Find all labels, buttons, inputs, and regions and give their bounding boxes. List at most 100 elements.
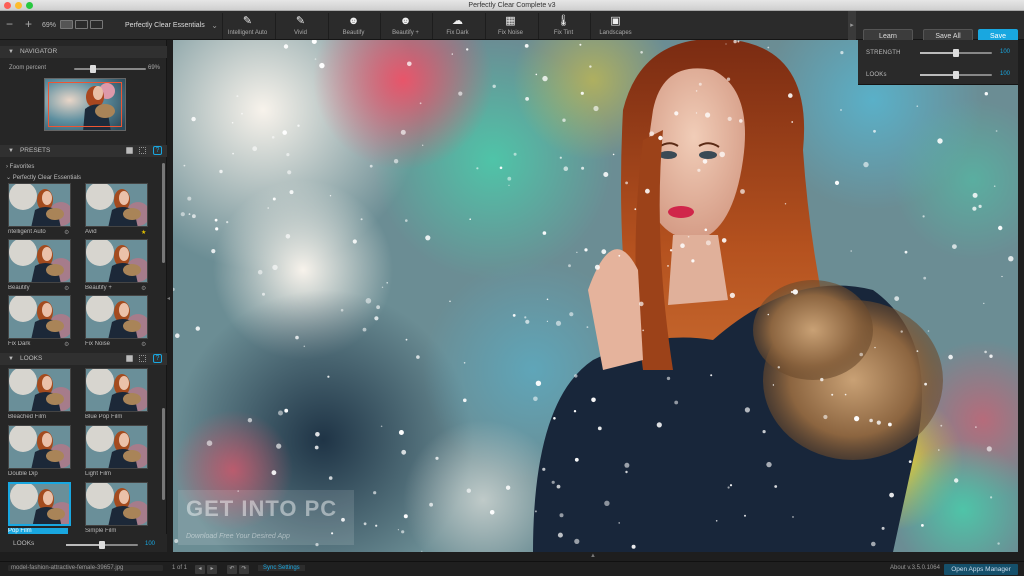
looks-title: LOOKS <box>19 355 43 362</box>
zoom-percent-slider[interactable] <box>74 65 146 73</box>
gear-icon[interactable]: ⚙ <box>64 229 69 236</box>
left-panel: ▼ NAVIGATOR Zoom percent 69% ▼ PRESETS ? ›… <box>0 40 167 552</box>
main-photo <box>173 40 1018 552</box>
tool-cloud-button[interactable]: ☁ Fix Dark <box>432 13 482 39</box>
preset-thumbnail[interactable] <box>85 183 148 227</box>
open-apps-manager-button[interactable]: Open Apps Manager <box>944 564 1018 575</box>
essentials-tree-item[interactable]: ⌄ Perfectly Clear Essentials <box>6 174 81 181</box>
toolbar: − + 69% Perfectly Clear Essentials ⌄ ✎ In… <box>0 11 1024 43</box>
preset-label: Fix Dark <box>8 341 31 347</box>
look-label: Bleached Film <box>8 414 47 420</box>
slider-fill <box>66 544 102 546</box>
tool-label: Vivid <box>294 30 307 36</box>
adjustment-panel: STRENGTH 100 LOOKs 100 <box>858 40 1018 85</box>
favorites-label: Favorites <box>9 164 35 170</box>
gear-icon[interactable]: ⚙ <box>141 341 146 348</box>
look-thumbnail[interactable] <box>85 425 148 469</box>
slider-knob[interactable] <box>90 65 96 73</box>
image-canvas[interactable]: GET INTO PC Download Free Your Desired A… <box>173 40 1018 552</box>
looks-slider[interactable] <box>920 71 992 79</box>
slider-knob[interactable] <box>953 71 959 79</box>
slider-fill <box>920 74 956 76</box>
looks-footer-value: 100 <box>145 541 156 547</box>
tool-thermometer-button[interactable]: 🌡 Fix Tint <box>538 13 588 39</box>
tool-noise-button[interactable]: ▦ Fix Noise <box>485 13 535 39</box>
looks-strength-footer: LOOKs 100 <box>0 534 167 552</box>
looks-header[interactable]: ▼ LOOKS ? <box>0 353 167 365</box>
grid-view-icon[interactable] <box>126 147 133 154</box>
rotate-right-button[interactable]: ↷ <box>239 565 249 574</box>
strength-label: STRENGTH <box>866 50 901 56</box>
tool-face-plus-button[interactable]: ☻ Beautify + <box>380 13 430 39</box>
page-counter: 1 of 1 <box>172 565 188 571</box>
preset-thumbnail[interactable] <box>8 295 71 339</box>
collapse-right-panel-icon[interactable]: ▸ <box>848 11 856 40</box>
sync-settings-button[interactable]: Sync Settings <box>258 565 305 571</box>
look-thumbnail[interactable] <box>85 482 148 526</box>
gear-icon[interactable]: ⚙ <box>64 285 69 292</box>
preset-group-select[interactable]: Perfectly Clear Essentials ⌄ <box>118 19 220 33</box>
collapse-bottom-icon[interactable]: ▲ <box>590 553 596 559</box>
preset-label: ntelligent Auto <box>8 229 46 235</box>
zoom-in-button[interactable]: + <box>25 17 32 31</box>
look-label: Double Dip <box>8 471 38 477</box>
navigator-thumbnail[interactable] <box>44 78 126 131</box>
about-version[interactable]: About v.3.5.0.1064 <box>890 565 940 571</box>
strength-row: STRENGTH 100 <box>858 47 1018 61</box>
looks-scrollbar[interactable] <box>162 408 165 500</box>
preset-label: Beautify + <box>85 285 112 291</box>
look-thumbnail[interactable] <box>8 368 71 412</box>
star-icon[interactable]: ★ <box>141 229 146 236</box>
preset-label: Avid <box>85 229 97 235</box>
favorites-tree-item[interactable]: › Favorites <box>6 164 34 170</box>
looks-footer-slider[interactable] <box>66 541 138 549</box>
help-icon[interactable]: ? <box>153 354 162 363</box>
presets-header[interactable]: ▼ PRESETS ? <box>0 145 167 157</box>
triangle-down-icon: ▼ <box>8 356 14 362</box>
tool-brush-button[interactable]: ✎ Vivid <box>275 13 325 39</box>
look-thumbnail[interactable] <box>8 482 71 526</box>
side-by-side-view-button[interactable] <box>90 20 103 29</box>
slider-knob[interactable] <box>99 541 105 549</box>
previous-image-button[interactable]: ◂ <box>195 565 205 574</box>
list-view-icon[interactable] <box>139 147 146 154</box>
tool-landscape-button[interactable]: ▣ Landscapes <box>590 13 640 39</box>
close-window-button[interactable] <box>4 2 11 9</box>
grid-view-icon[interactable] <box>126 355 133 362</box>
look-thumbnail[interactable] <box>8 425 71 469</box>
zoom-window-button[interactable] <box>26 2 33 9</box>
preset-thumbnail[interactable] <box>85 239 148 283</box>
strength-slider[interactable] <box>920 49 992 57</box>
filename-field[interactable]: model-fashion-attractive-female-39657.jp… <box>8 565 163 571</box>
minimize-window-button[interactable] <box>15 2 22 9</box>
next-image-button[interactable]: ▸ <box>207 565 217 574</box>
essentials-label: Perfectly Clear Essentials <box>12 175 82 181</box>
cloud-icon: ☁ <box>452 15 463 27</box>
slider-knob[interactable] <box>953 49 959 57</box>
zoom-out-button[interactable]: − <box>6 17 13 31</box>
watermark-title: GET INTO PC <box>186 496 338 521</box>
preset-thumbnail[interactable] <box>8 183 71 227</box>
noise-icon: ▦ <box>505 15 516 27</box>
preset-group-select-value: Perfectly Clear Essentials <box>125 22 205 29</box>
help-icon[interactable]: ? <box>153 146 162 155</box>
single-view-button[interactable] <box>60 20 73 29</box>
list-view-icon[interactable] <box>139 355 146 362</box>
tool-label: Fix Tint <box>553 30 574 36</box>
rotate-left-button[interactable]: ↶ <box>227 565 237 574</box>
presets-scrollbar[interactable] <box>162 163 165 263</box>
navigator-header[interactable]: ▼ NAVIGATOR <box>0 46 167 58</box>
look-thumbnail[interactable] <box>85 368 148 412</box>
preset-thumbnail[interactable] <box>8 239 71 283</box>
tool-wand-hd-button[interactable]: ✎ Intelligent Auto <box>222 13 272 39</box>
gear-icon[interactable]: ⚙ <box>141 285 146 292</box>
gear-icon[interactable]: ⚙ <box>64 341 69 348</box>
face-plus-icon: ☻ <box>399 15 412 27</box>
preset-thumbnail[interactable] <box>85 295 148 339</box>
tool-face-button[interactable]: ☻ Beautify <box>328 13 378 39</box>
collapse-left-panel-icon[interactable]: ◂ <box>167 295 170 302</box>
wand-hd-icon: ✎ <box>242 15 253 27</box>
triangle-down-icon: ▼ <box>8 49 14 55</box>
split-view-button[interactable] <box>75 20 88 29</box>
window-title: Perfectly Clear Complete v3 <box>468 2 556 9</box>
